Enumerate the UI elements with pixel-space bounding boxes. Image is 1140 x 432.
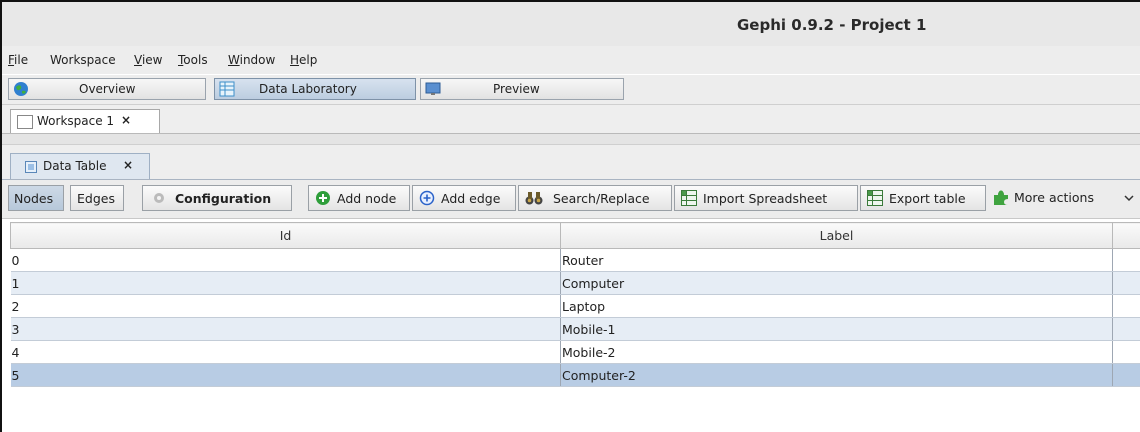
cell-label: Laptop <box>560 294 1113 318</box>
menu-file[interactable]: File <box>8 53 28 67</box>
workspace-tab[interactable]: Workspace 1 × <box>10 109 160 133</box>
window-title: Gephi 0.9.2 - Project 1 <box>737 16 927 34</box>
plus-circle-blue-icon <box>419 190 435 206</box>
chevron-down-icon <box>1124 195 1134 202</box>
cell-id: 3 <box>10 317 561 341</box>
cell-label: Router <box>560 248 1113 272</box>
perspective-bar: Overview Data Laboratory Preview <box>2 75 1140 105</box>
data-table-tab-label: Data Table <box>43 159 107 173</box>
cell-label: Computer-2 <box>560 363 1113 387</box>
cell-id: 5 <box>10 363 561 387</box>
column-header-id[interactable]: Id <box>10 222 561 249</box>
cell-label: Computer <box>560 271 1113 295</box>
search-replace-button[interactable]: Search/Replace <box>518 185 672 211</box>
table-row[interactable]: 4 Mobile-2 <box>10 340 1140 364</box>
spreadsheet-export-icon <box>867 190 883 206</box>
data-table-tab[interactable]: Data Table × <box>10 153 150 179</box>
splitter[interactable] <box>2 134 1140 145</box>
column-header-extra <box>1112 222 1140 249</box>
menu-workspace[interactable]: Workspace <box>50 53 116 67</box>
cell-label: Mobile-2 <box>560 340 1113 364</box>
overview-button[interactable]: Overview <box>8 78 206 100</box>
puzzle-icon <box>994 190 1008 205</box>
data-laboratory-button[interactable]: Data Laboratory <box>214 78 416 100</box>
data-table-toolbar: Nodes Edges Configuration Add node Add e… <box>2 180 1140 219</box>
workspace-tab-close-icon[interactable]: × <box>121 113 131 127</box>
preview-label: Preview <box>493 82 540 96</box>
workspace-tab-label: Workspace 1 <box>37 114 115 128</box>
nodes-table: Id Label 0 Router 1 Computer 2 Laptop 3 … <box>10 222 1140 387</box>
cell-id: 4 <box>10 340 561 364</box>
overview-label: Overview <box>79 82 136 96</box>
data-laboratory-label: Data Laboratory <box>259 82 357 96</box>
add-node-button[interactable]: Add node <box>308 185 410 211</box>
menu-view[interactable]: View <box>134 53 162 67</box>
menu-bar: File Workspace View Tools Window Help <box>2 46 1140 74</box>
edges-toggle[interactable]: Edges <box>70 185 124 211</box>
monitor-icon <box>425 82 441 95</box>
table-row[interactable]: 0 Router <box>10 248 1140 272</box>
workspace-tabs: Workspace 1 × <box>2 105 1140 134</box>
globe-icon <box>14 82 28 96</box>
configuration-button[interactable]: Configuration <box>142 185 292 211</box>
table-row[interactable]: 2 Laptop <box>10 294 1140 318</box>
plus-circle-green-icon <box>316 191 330 205</box>
table-row[interactable]: 1 Computer <box>10 271 1140 295</box>
table-row-selected[interactable]: 5 Computer-2 <box>10 363 1140 387</box>
gear-icon <box>154 193 164 203</box>
more-actions-button[interactable]: More actions <box>990 185 1138 211</box>
export-table-button[interactable]: Export table <box>860 185 986 211</box>
nodes-toggle[interactable]: Nodes <box>8 185 64 211</box>
table-row[interactable]: 3 Mobile-1 <box>10 317 1140 341</box>
menu-window[interactable]: Window <box>228 53 275 67</box>
table-tab-icon <box>25 161 37 173</box>
cell-id: 1 <box>10 271 561 295</box>
spreadsheet-import-icon <box>681 190 697 206</box>
add-edge-button[interactable]: Add edge <box>412 185 516 211</box>
data-table-tab-close-icon[interactable]: × <box>123 158 133 172</box>
import-spreadsheet-button[interactable]: Import Spreadsheet <box>674 185 858 211</box>
menu-tools[interactable]: Tools <box>178 53 208 67</box>
data-table-tabs: Data Table × <box>2 145 1140 180</box>
window-icon <box>17 115 33 129</box>
binoculars-icon <box>525 192 543 205</box>
table-icon <box>219 81 235 97</box>
cell-id: 2 <box>10 294 561 318</box>
cell-id: 0 <box>10 248 561 272</box>
more-actions-label: More actions <box>1014 190 1094 205</box>
title-bar: Gephi 0.9.2 - Project 1 <box>2 2 1140 47</box>
preview-button[interactable]: Preview <box>420 78 624 100</box>
menu-help[interactable]: Help <box>290 53 317 67</box>
cell-label: Mobile-1 <box>560 317 1113 341</box>
column-header-label[interactable]: Label <box>560 222 1113 249</box>
